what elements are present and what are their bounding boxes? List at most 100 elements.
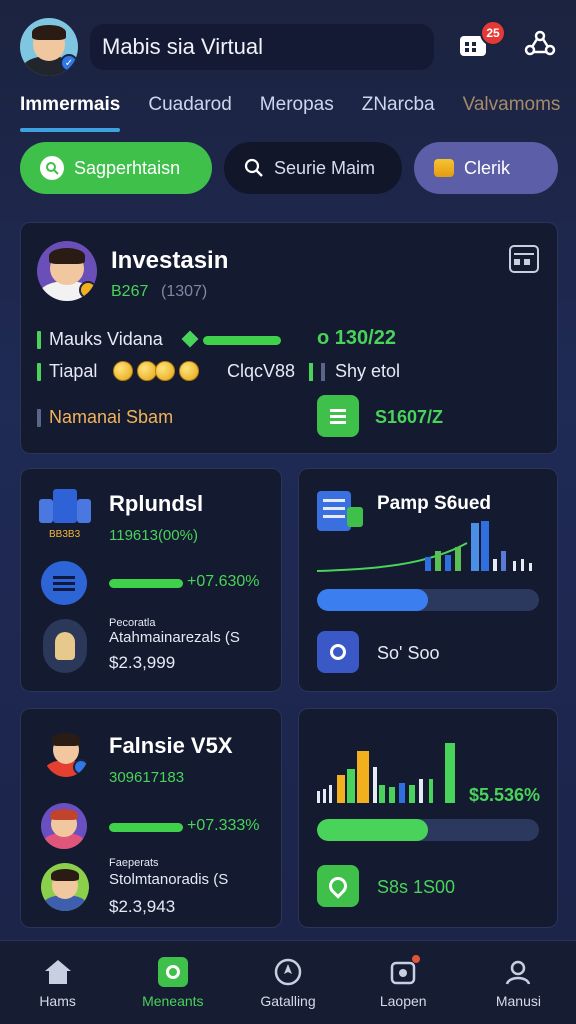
profile-avatar[interactable]: ✓ — [20, 18, 78, 76]
nav-item-laopen[interactable]: Laopen — [346, 941, 461, 1024]
chart-bar — [493, 559, 497, 571]
server-label: BB3B3 — [49, 529, 81, 540]
compass-icon — [273, 957, 303, 987]
stats-amount: $5.536% — [469, 785, 541, 805]
stats-footer-text: S8s 1S00 — [377, 877, 456, 897]
false-v5x-progress-bar — [109, 823, 183, 832]
chart-bar — [425, 557, 431, 571]
pump-footer-icon[interactable] — [317, 631, 359, 673]
gift-icon — [388, 954, 421, 987]
search-icon — [244, 158, 263, 177]
tab-meropas[interactable]: Meropas — [260, 94, 334, 134]
stats-progress-fill — [317, 819, 428, 841]
card-menu-icon[interactable] — [509, 245, 539, 273]
chart-bar — [337, 775, 345, 803]
user-icon — [503, 957, 533, 987]
row1-value: o 130/22 — [317, 327, 396, 349]
investment-card[interactable]: Investasin B267 (1307) Mauks Vidana o 13… — [20, 222, 558, 454]
chart-bar — [389, 787, 395, 803]
search-input[interactable]: Seurie Maim — [224, 142, 402, 194]
growth-chart — [317, 521, 532, 572]
shield-icon[interactable] — [317, 865, 359, 907]
refunds-small-label: Pecoratla — [109, 617, 156, 629]
verified-badge-icon — [73, 759, 89, 775]
row2-mid-value: ClqcV88 — [227, 361, 296, 381]
coin-stack-icon — [434, 159, 454, 177]
investment-subtitle-b: (1307) — [161, 283, 208, 300]
notification-count-badge: 25 — [480, 20, 506, 46]
nav-item-meneants[interactable]: Meneants — [115, 941, 230, 1024]
investment-subtitle-a: B267 — [111, 283, 149, 300]
chart-bar — [329, 785, 332, 803]
false-v5x-title: Falnsie V5X — [109, 733, 233, 758]
refunds-progress-bar — [109, 579, 183, 588]
nav-label-gatalling: Gatalling — [260, 992, 316, 1009]
nav-label-manusi: Manusi — [495, 992, 541, 1009]
chart-bar — [529, 563, 532, 571]
row-marker — [37, 409, 41, 427]
pump-title: Pamp S6ued — [377, 493, 492, 514]
chart-bar — [379, 785, 385, 803]
tab-cuadarod[interactable]: Cuadarod — [148, 94, 231, 134]
message-bubble-icon — [41, 561, 87, 605]
false-v5x-subtitle: 309617183 — [109, 769, 185, 786]
investor-avatar — [37, 241, 97, 301]
refunds-subtitle: 119613(00%) — [109, 527, 198, 544]
check-label: Clerik — [464, 157, 511, 178]
false-v5x-card[interactable]: Falnsie V5X 309617183 +07.333% Faeperats… — [20, 708, 282, 928]
tab-valvamoms[interactable]: Valvamoms — [463, 94, 561, 134]
chart-bar — [445, 555, 451, 571]
row1-label: Mauks Vidana — [49, 329, 163, 349]
tab-znarcba[interactable]: ZNarcba — [362, 94, 435, 134]
pump-card[interactable]: Pamp S6ued So' Soo — [298, 468, 558, 692]
chart-bar — [455, 547, 461, 571]
row2-label: Tiapal — [49, 361, 98, 381]
woman-avatar — [41, 803, 87, 849]
nav-item-gatalling[interactable]: Gatalling — [230, 941, 345, 1024]
notification-dot — [412, 954, 421, 963]
coin-icon — [179, 361, 199, 381]
row-marker — [37, 331, 41, 349]
false-v5x-bar-value: +07.333% — [187, 817, 260, 834]
man-avatar — [41, 863, 89, 911]
chart-bar — [323, 789, 326, 803]
nav-label-meneants: Meneants — [142, 992, 204, 1009]
refunds-card[interactable]: BB3B3 Rplundsl 119613(00%) +07.630% Peco… — [20, 468, 282, 692]
row2-divider — [321, 363, 325, 381]
chart-bar — [419, 779, 423, 803]
pump-progress-fill — [317, 589, 428, 611]
chart-bar — [521, 559, 524, 571]
nav-item-home[interactable]: Hams — [0, 941, 115, 1024]
refunds-bar-value: +07.630% — [187, 573, 260, 590]
messages-button[interactable]: 25 — [458, 20, 506, 62]
primary-action-chip[interactable]: Sagperhtaisn — [20, 142, 212, 194]
chart-bar — [501, 551, 506, 571]
check-chip[interactable]: Clerik — [414, 142, 558, 194]
row2-divider — [309, 363, 313, 381]
chart-bar — [373, 767, 377, 803]
row-marker — [37, 363, 41, 381]
nav-item-manusi[interactable]: Manusi — [461, 941, 576, 1024]
page-title-text: Mabis sia Virtual — [102, 34, 263, 59]
document-icon[interactable] — [317, 395, 359, 437]
share-button[interactable] — [524, 30, 556, 62]
page-title: Mabis sia Virtual — [90, 24, 434, 70]
chart-bar — [317, 791, 320, 803]
person-avatar — [43, 727, 89, 777]
chart-bar — [409, 785, 415, 803]
diamond-icon — [181, 330, 199, 348]
investment-title: Investasin — [111, 247, 229, 274]
primary-action-label: Sagperhtaisn — [74, 157, 181, 178]
stats-bar-chart — [317, 743, 455, 803]
chart-bar — [357, 751, 369, 803]
coin-icon — [155, 361, 175, 381]
chart-bar — [399, 783, 405, 803]
home-icon — [43, 957, 73, 987]
stats-card[interactable]: $5.536% S8s 1S00 — [298, 708, 558, 928]
verified-badge-icon: ✓ — [60, 54, 78, 72]
refunds-amount: $2.3,999 — [109, 653, 176, 672]
row3-value: S1607/Z — [375, 407, 444, 427]
bottom-nav: Hams Meneants Gatalling Laopen Manusi — [0, 940, 576, 1024]
chart-bar — [435, 551, 441, 571]
chart-bar — [445, 743, 455, 803]
